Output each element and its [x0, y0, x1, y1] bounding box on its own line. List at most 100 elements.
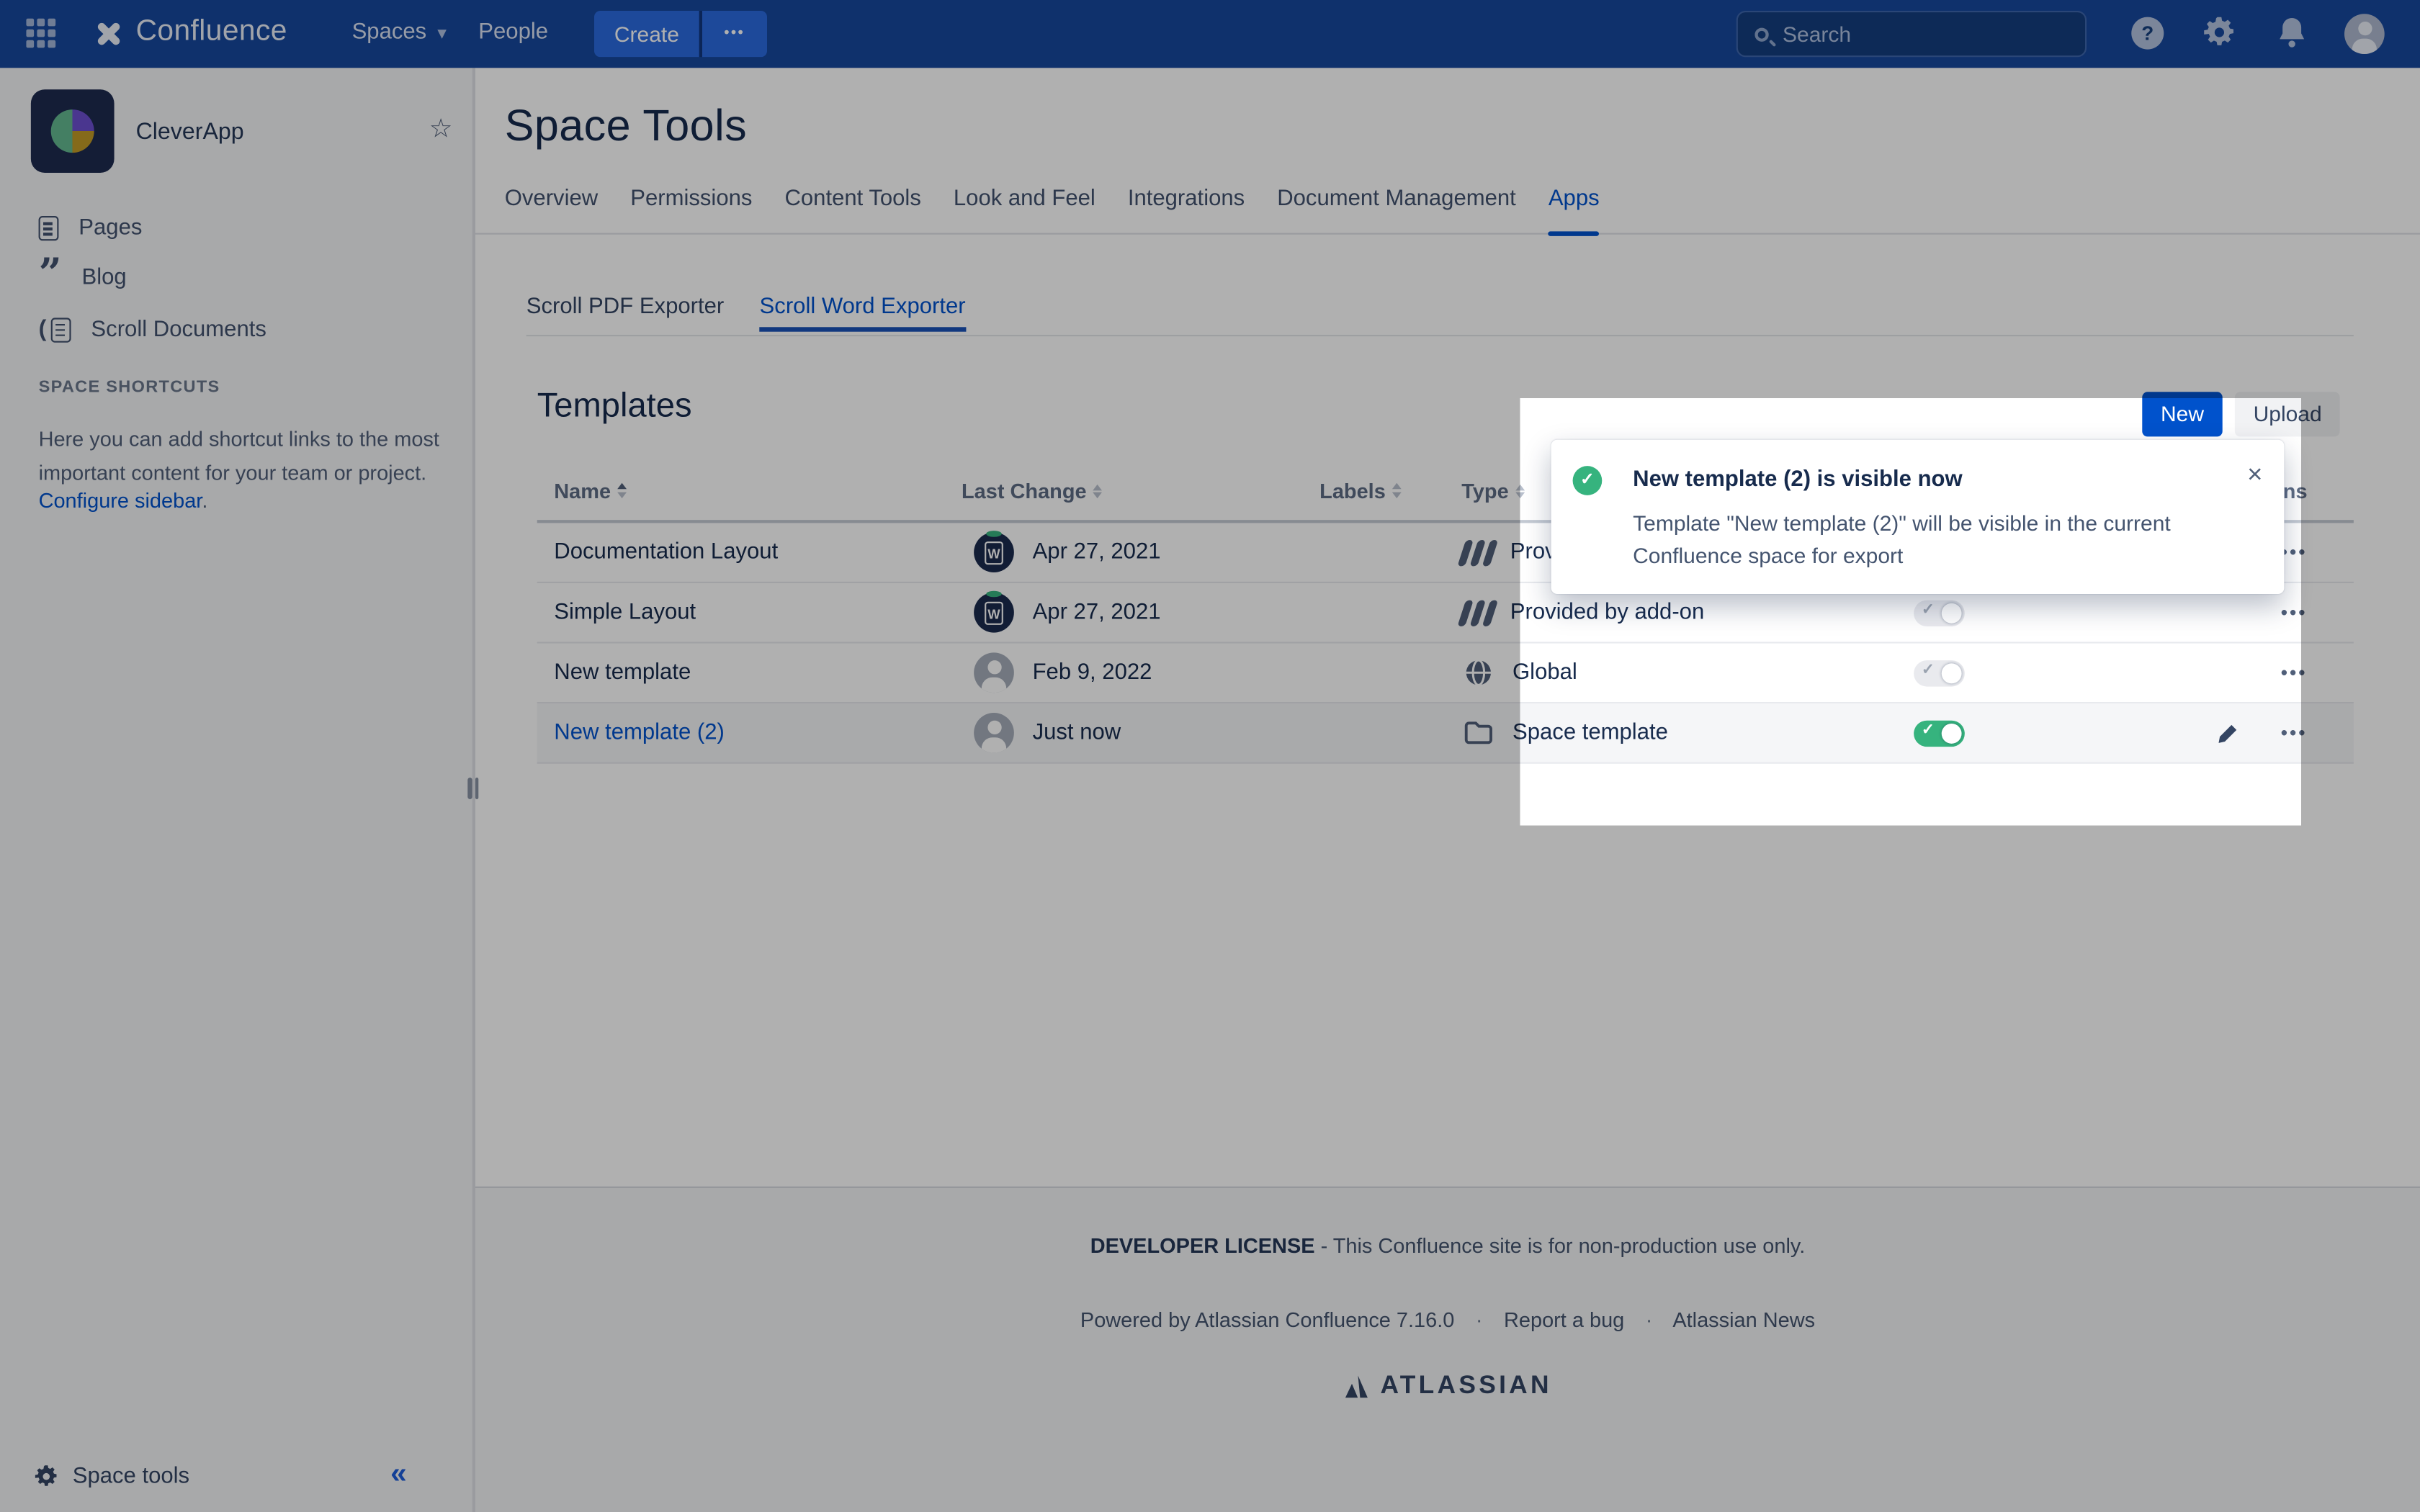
page-footer: DEVELOPER LICENSE - This Confluence site…: [475, 1188, 2420, 1401]
nav-spaces-menu[interactable]: Spaces▼: [352, 20, 450, 45]
nav-people-link[interactable]: People: [478, 20, 548, 45]
confluence-wordmark[interactable]: Confluence: [136, 15, 287, 49]
exporter-subtabs: Scroll PDF Exporter Scroll Word Exporter: [526, 290, 2354, 336]
powered-by-text: Powered by Atlassian Confluence 7.16.0: [1080, 1308, 1454, 1331]
global-search[interactable]: [1736, 11, 2087, 57]
tab-apps[interactable]: Apps: [1549, 176, 1600, 234]
template-type: Space template: [1512, 721, 1668, 745]
create-button[interactable]: Create: [594, 11, 699, 57]
gear-icon: [34, 1464, 58, 1489]
tab-document-management[interactable]: Document Management: [1277, 176, 1516, 234]
footer-links: Powered by Atlassian Confluence 7.16.0 ·…: [475, 1308, 2420, 1331]
space-tools-tabs: Overview Permissions Content Tools Look …: [475, 176, 2420, 234]
word-document-avatar: W: [974, 532, 1014, 572]
sort-icon: [1392, 483, 1401, 498]
new-template-button[interactable]: New: [2142, 392, 2222, 436]
template-type: Global: [1512, 660, 1577, 685]
more-actions-button[interactable]: •••: [2281, 662, 2308, 683]
atlassian-logo-icon: [1343, 1374, 1369, 1398]
sidebar-item-blog[interactable]: ” Blog: [39, 266, 127, 290]
report-a-bug-link[interactable]: Report a bug: [1504, 1308, 1624, 1331]
configure-sidebar-link[interactable]: Configure sidebar: [39, 489, 202, 512]
create-button-group: Create •••: [594, 11, 766, 57]
upload-template-button[interactable]: Upload: [2235, 392, 2341, 436]
sidebar-item-scroll-documents[interactable]: ( Scroll Documents: [39, 316, 266, 342]
last-change-date: Apr 27, 2021: [1033, 600, 1161, 625]
more-actions-button[interactable]: •••: [2281, 722, 2308, 744]
scroll-documents-icon: (: [39, 316, 47, 342]
space-shortcuts-heading: SPACE SHORTCUTS: [39, 378, 220, 397]
globe-icon: [1461, 656, 1495, 690]
space-sidebar: CleverApp ☆ Pages ” Blog ( Scroll Docume…: [0, 68, 472, 1512]
last-change-date: Just now: [1033, 721, 1121, 745]
column-header-name[interactable]: Name: [554, 479, 626, 502]
toast-title: New template (2) is visible now: [1633, 467, 1963, 492]
subtab-scroll-pdf-exporter[interactable]: Scroll PDF Exporter: [526, 290, 725, 324]
space-shortcuts-description: Here you can add shortcut links to the m…: [39, 423, 468, 489]
scroll-addon-icon: [1457, 539, 1497, 565]
space-logo[interactable]: [31, 89, 115, 173]
tab-integrations[interactable]: Integrations: [1128, 176, 1245, 234]
table-row-selected[interactable]: New template (2) Just now Space template…: [537, 703, 2354, 764]
template-type: Provided by add-on: [1510, 600, 1704, 625]
quote-icon: ”: [39, 267, 62, 289]
table-row[interactable]: New template Feb 9, 2022 Global ✓ •••: [537, 644, 2354, 704]
page-title: Space Tools: [505, 102, 747, 153]
confluence-logo-icon[interactable]: [91, 17, 125, 51]
tab-content-tools[interactable]: Content Tools: [784, 176, 920, 234]
template-name-link[interactable]: New template (2): [554, 721, 725, 745]
favorite-star-icon[interactable]: ☆: [429, 114, 453, 145]
space-logo-pie-icon: [51, 109, 94, 153]
more-actions-button[interactable]: •••: [2281, 541, 2308, 563]
last-change-date: Apr 27, 2021: [1033, 540, 1161, 564]
export-enabled-toggle[interactable]: ✓: [1914, 720, 1965, 746]
top-navigation-bar: Confluence Spaces▼ People Create ••• ?: [0, 0, 2420, 68]
tab-look-and-feel[interactable]: Look and Feel: [954, 176, 1095, 234]
search-icon: [1754, 27, 1768, 41]
template-name: New template: [537, 660, 962, 685]
page-icon: [39, 216, 59, 240]
folder-icon: [1461, 716, 1495, 750]
tab-overview[interactable]: Overview: [505, 176, 599, 234]
export-enabled-toggle[interactable]: ✓: [1914, 600, 1965, 626]
person-avatar: [974, 713, 1014, 753]
more-actions-button[interactable]: •••: [2281, 602, 2308, 624]
word-document-avatar: W: [974, 593, 1014, 633]
subtab-scroll-word-exporter[interactable]: Scroll Word Exporter: [760, 290, 966, 324]
space-tools-menu[interactable]: Space tools: [34, 1464, 189, 1489]
success-toast: ✓ New template (2) is visible now Templa…: [1551, 440, 2285, 594]
space-name[interactable]: CleverApp: [136, 119, 244, 145]
atlassian-news-link[interactable]: Atlassian News: [1672, 1308, 1815, 1331]
toast-message: Template "New template (2)" will be visi…: [1633, 508, 2238, 571]
edit-pencil-icon[interactable]: [2215, 720, 2241, 746]
export-enabled-toggle[interactable]: ✓: [1914, 660, 1965, 685]
notifications-bell-icon[interactable]: [2275, 15, 2309, 49]
template-name: Documentation Layout: [537, 540, 962, 564]
create-more-button[interactable]: •••: [702, 11, 766, 57]
sidebar-item-pages[interactable]: Pages: [39, 216, 143, 240]
templates-heading: Templates: [537, 386, 692, 426]
user-avatar[interactable]: [2344, 14, 2385, 54]
chevron-down-icon: ▼: [434, 26, 449, 43]
collapse-sidebar-button[interactable]: «: [390, 1458, 407, 1492]
main-content: Space Tools Overview Permissions Content…: [475, 68, 2420, 1188]
template-name: Simple Layout: [537, 600, 962, 625]
sort-icon: [1093, 484, 1102, 498]
license-notice: DEVELOPER LICENSE - This Confluence site…: [475, 1234, 2420, 1257]
column-header-last-change[interactable]: Last Change: [962, 480, 1102, 503]
app-switcher-icon[interactable]: [26, 19, 58, 50]
column-header-labels[interactable]: Labels: [1319, 479, 1401, 502]
gear-icon[interactable]: [2202, 15, 2236, 49]
sort-icon: [617, 483, 627, 498]
atlassian-brand: ATLASSIAN: [475, 1372, 2420, 1401]
sidebar-resize-handle[interactable]: [467, 778, 478, 799]
help-icon[interactable]: ?: [2131, 17, 2164, 50]
confluence-app-window: Confluence Spaces▼ People Create ••• ? C…: [0, 0, 2420, 1512]
close-icon[interactable]: ×: [2247, 460, 2262, 491]
tab-permissions[interactable]: Permissions: [630, 176, 752, 234]
last-change-date: Feb 9, 2022: [1033, 660, 1152, 685]
sort-icon: [1515, 484, 1524, 498]
person-avatar: [974, 652, 1014, 693]
column-header-type[interactable]: Type: [1461, 480, 1524, 503]
search-input[interactable]: [1783, 22, 2045, 46]
